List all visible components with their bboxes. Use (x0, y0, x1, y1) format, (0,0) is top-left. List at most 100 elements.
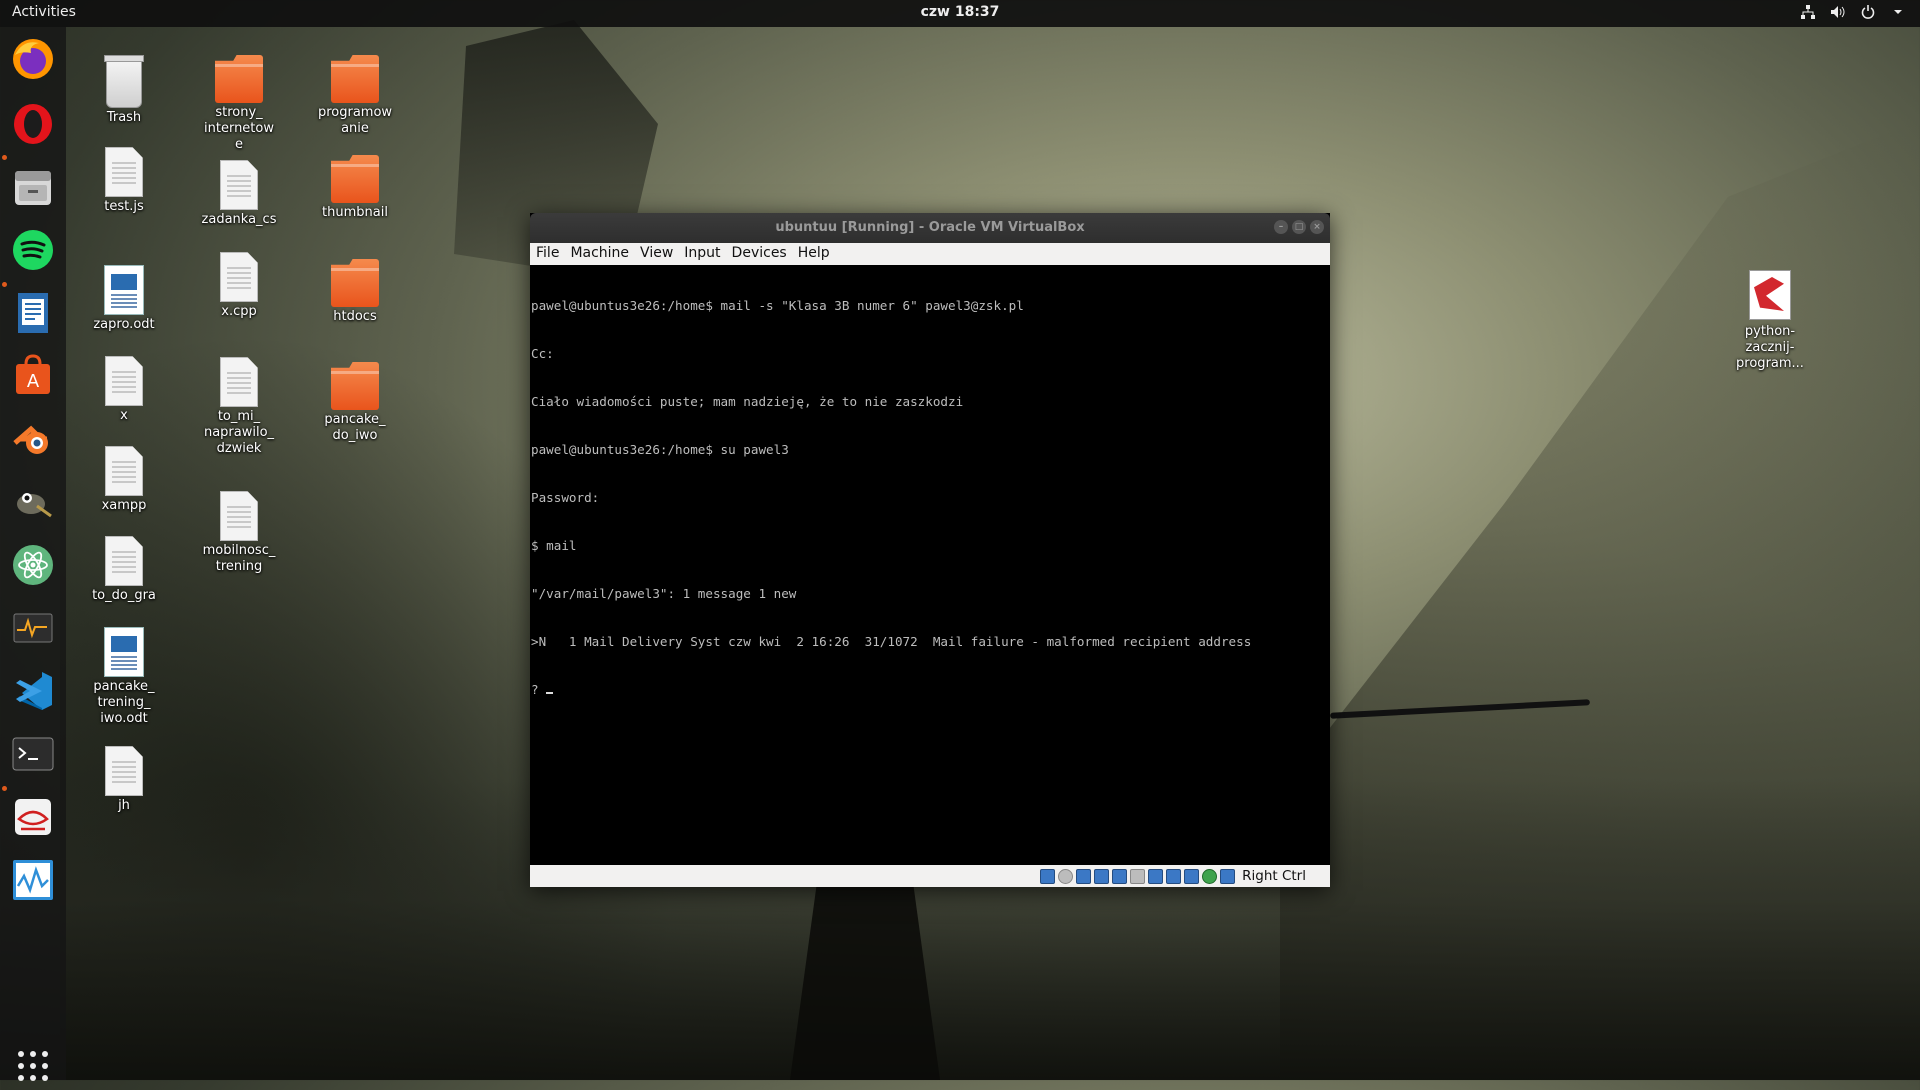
system-monitor-icon[interactable] (9, 604, 57, 652)
text-file-icon (105, 536, 143, 586)
menu-file[interactable]: File (530, 243, 564, 265)
desktop-icon-file[interactable]: jh (74, 746, 174, 814)
desktop-icon-label: strony_ internetow e (204, 105, 274, 152)
running-indicator (2, 282, 7, 287)
terminal-line: >N 1 Mail Delivery Syst czw kwi 2 16:26 … (531, 634, 1252, 649)
audio-icon[interactable] (1076, 868, 1092, 884)
minimize-button[interactable]: – (1274, 220, 1288, 234)
window-titlebar[interactable]: ubuntuu [Running] - Oracle VM VirtualBox… (530, 213, 1330, 243)
terminal-line: Cc: (531, 346, 554, 361)
running-indicator (2, 786, 7, 791)
menu-input[interactable]: Input (678, 243, 725, 265)
desktop-icon-label: jh (118, 798, 130, 813)
dock: A (0, 27, 66, 1081)
close-button[interactable]: × (1310, 220, 1324, 234)
mouse-integration-icon[interactable] (1202, 868, 1218, 884)
vm-screen[interactable]: pawel@ubuntus3e26:/home$ mail -s "Klasa … (530, 265, 1330, 865)
network-icon[interactable] (1800, 4, 1816, 20)
desktop-icon-folder[interactable]: htdocs (305, 259, 405, 325)
activities-button[interactable]: Activities (12, 4, 76, 20)
desktop-icon-label: test.js (104, 199, 144, 214)
menu-machine[interactable]: Machine (564, 243, 634, 265)
desktop-icon-trash[interactable]: Trash (74, 55, 174, 126)
terminal-icon[interactable] (9, 730, 57, 778)
keyboard-capture-icon[interactable] (1220, 868, 1236, 884)
ubuntu-software-icon[interactable]: A (9, 352, 57, 400)
maximize-button[interactable]: □ (1292, 220, 1306, 234)
clock[interactable]: czw 18:37 (921, 4, 1000, 20)
desktop-icon-label: x.cpp (221, 304, 257, 319)
virtualization-icon[interactable] (1184, 868, 1200, 884)
text-file-icon (105, 746, 143, 796)
atom-icon[interactable] (9, 541, 57, 589)
system-tray[interactable] (1800, 4, 1906, 20)
desktop-icon-file[interactable]: to_mi_ naprawilo_ dzwiek (189, 357, 289, 457)
vscode-icon[interactable] (9, 667, 57, 715)
display-icon[interactable] (1148, 868, 1164, 884)
desktop-icon-file[interactable]: xampp (74, 446, 174, 514)
terminal-line: "/var/mail/pawel3": 1 message 1 new (531, 586, 797, 601)
desktop-icon-folder[interactable]: strony_ internetow e (189, 55, 289, 153)
chevron-down-icon[interactable] (1890, 4, 1906, 20)
evince-icon[interactable] (9, 793, 57, 841)
desktop-icon-file[interactable]: to_do_gra (74, 536, 174, 604)
desktop-icon-file[interactable]: pancake_ trening_ iwo.odt (74, 627, 174, 727)
firefox-icon[interactable] (9, 35, 57, 83)
files-icon[interactable] (9, 163, 57, 211)
power-icon[interactable] (1860, 4, 1876, 20)
terminal-cursor (546, 692, 554, 694)
desktop-icon-file[interactable]: zadanka_cs (189, 160, 289, 228)
grid-icon[interactable] (9, 1042, 57, 1090)
folder-icon (331, 155, 379, 203)
blender-icon[interactable] (9, 415, 57, 463)
gimp-icon[interactable] (9, 478, 57, 526)
optical-drive-icon[interactable] (1058, 868, 1074, 884)
running-indicator (2, 155, 7, 160)
text-file-icon (220, 357, 258, 407)
desktop-icon-folder[interactable]: pancake_ do_iwo (305, 362, 405, 444)
window-title: ubuntuu [Running] - Oracle VM VirtualBox (775, 220, 1085, 235)
desktop-icon-file[interactable]: x (74, 356, 174, 424)
video-capture-icon[interactable] (1166, 868, 1182, 884)
odt-file-icon (104, 265, 144, 315)
terminal-line: Ciało wiadomości puste; mam nadzieję, że… (531, 394, 964, 409)
desktop-icon-label: pancake_ trening_ iwo.odt (93, 679, 155, 726)
text-file-icon (105, 147, 143, 197)
volume-icon[interactable] (1830, 4, 1846, 20)
menu-devices[interactable]: Devices (726, 243, 792, 265)
desktop-icon-label: xampp (101, 498, 147, 513)
desktop-icon-label: mobilnosc_ trening (202, 543, 276, 574)
libreoffice-writer-icon[interactable] (9, 289, 57, 337)
virtualbox-window[interactable]: ubuntuu [Running] - Oracle VM VirtualBox… (530, 213, 1330, 887)
desktop-icon-file[interactable]: x.cpp (189, 252, 289, 320)
desktop-icon-file[interactable]: zapro.odt (74, 265, 174, 333)
desktop-icon-file[interactable]: mobilnosc_ trening (189, 491, 289, 575)
desktop-icon-folder[interactable]: programow anie (305, 55, 405, 137)
menu-help[interactable]: Help (792, 243, 835, 265)
terminal-line: $ mail (531, 538, 577, 553)
opera-icon[interactable] (9, 100, 57, 148)
shared-folders-icon[interactable] (1130, 868, 1146, 884)
pulse-monitor-icon[interactable] (9, 856, 57, 904)
cpp-file-icon (220, 252, 258, 302)
usb-icon[interactable] (1112, 868, 1128, 884)
desktop-icon-label: htdocs (333, 309, 377, 324)
pdf-file-icon (1749, 270, 1791, 320)
text-file-icon (105, 446, 143, 496)
svg-text:A: A (27, 371, 40, 392)
trash-icon (104, 55, 144, 108)
terminal-output: pawel@ubuntus3e26:/home$ mail -s "Klasa … (530, 265, 1330, 730)
menu-view[interactable]: View (634, 243, 678, 265)
network-adapter-icon[interactable] (1094, 868, 1110, 884)
desktop-icon-file[interactable]: test.js (74, 147, 174, 215)
spotify-icon[interactable] (9, 226, 57, 274)
desktop-icon-pdf[interactable]: python- zacznij- program... (1720, 270, 1820, 372)
folder-icon (331, 55, 379, 103)
desktop-icon-label: to_do_gra (92, 588, 156, 603)
text-file-icon (220, 491, 258, 541)
desktop-icon-label: x (120, 408, 128, 423)
folder-icon (331, 362, 379, 410)
desktop-icon-folder[interactable]: thumbnail (305, 155, 405, 221)
hard-disk-icon[interactable] (1040, 868, 1056, 884)
terminal-prompt: ? (531, 682, 547, 697)
